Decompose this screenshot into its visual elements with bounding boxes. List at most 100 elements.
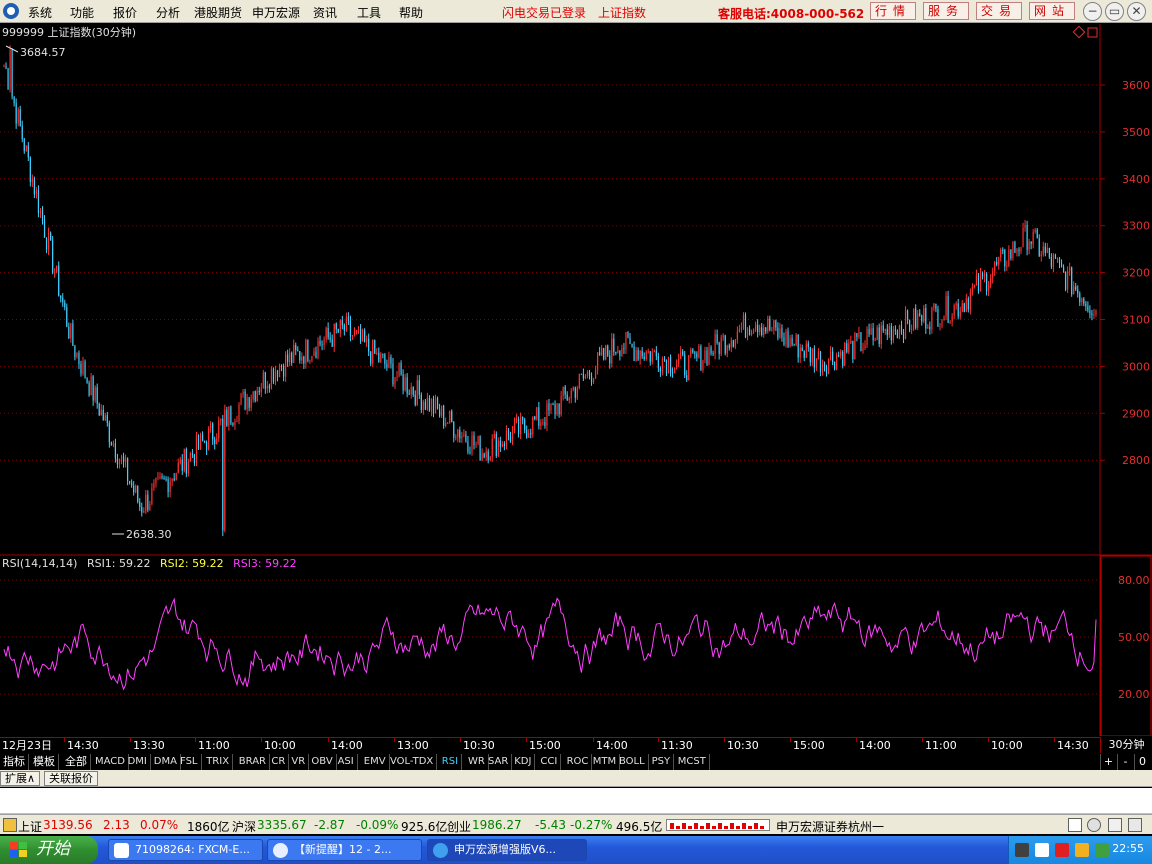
candle-body: [945, 296, 947, 317]
indicator-tab-kdj[interactable]: KDJ: [511, 754, 536, 770]
candle-body: [287, 354, 289, 362]
network-icon[interactable]: [1075, 843, 1089, 857]
menu-help[interactable]: 帮助: [399, 4, 423, 21]
indicator-tab-vr[interactable]: VR: [288, 754, 310, 770]
cy-value: 1986.27: [472, 818, 522, 832]
meter-bar: [748, 826, 752, 829]
candle-body: [418, 380, 420, 395]
indicator-tab-trix[interactable]: TRIX: [203, 754, 234, 770]
candle-body: [1006, 265, 1008, 267]
price-chart[interactable]: 3600 3500 3400 3300 3200 3100 3000 2900 2800 80.…: [0, 24, 1152, 736]
candle-body: [177, 462, 179, 474]
menu-system[interactable]: 系统: [28, 4, 52, 21]
candle-body: [919, 313, 921, 316]
date-axis-tick: [130, 738, 131, 742]
menu-quotes[interactable]: 报价: [113, 4, 137, 21]
menu-broker[interactable]: 申万宏源: [252, 4, 300, 21]
monitor-icon[interactable]: [1015, 843, 1029, 857]
indicator-tab-asi[interactable]: ASI: [335, 754, 358, 770]
indicator-tab-mcst[interactable]: MCST: [675, 754, 710, 770]
candle-body: [31, 178, 33, 183]
candle-body: [262, 372, 264, 389]
indicator-tab-vol-tdx[interactable]: VOL-TDX: [387, 754, 438, 770]
candle-body: [270, 368, 273, 389]
sh-label[interactable]: 上证: [18, 818, 42, 835]
candle-body: [973, 284, 976, 287]
tab-0[interactable]: 指标: [0, 754, 29, 770]
meter-bar: [700, 826, 704, 829]
start-button[interactable]: 开始: [0, 836, 98, 864]
menu-news[interactable]: 资讯: [313, 4, 337, 21]
lock-icon[interactable]: [3, 818, 17, 832]
indicator-tab-macd[interactable]: MACD: [92, 754, 129, 770]
hs-label[interactable]: 沪深: [232, 818, 256, 835]
indicator-tab-boll[interactable]: BOLL: [616, 754, 649, 770]
price-y-ticks: 3600 3500 3400 3300 3200 3100 3000 2900 2800: [1100, 79, 1150, 467]
indicator-tab-sar[interactable]: SAR: [485, 754, 513, 770]
candle-body: [137, 486, 139, 502]
candle-body: [823, 364, 826, 368]
current-index-label[interactable]: 上证指数: [598, 4, 646, 21]
shield-icon[interactable]: [1055, 843, 1069, 857]
settings-icon[interactable]: [1128, 818, 1142, 832]
pager-button[interactable]: 0: [1134, 754, 1150, 770]
candle-body: [438, 408, 441, 417]
candle-body: [576, 388, 578, 398]
meter-bar: [706, 823, 710, 829]
maximize-panel-icon[interactable]: [1087, 27, 1098, 38]
diamond-icon[interactable]: [1072, 25, 1086, 39]
candle-body: [789, 338, 791, 347]
close-button[interactable]: ✕: [1127, 2, 1146, 21]
menu-tools[interactable]: 工具: [357, 4, 381, 21]
indicator-tab-obv[interactable]: OBV: [308, 754, 337, 770]
task-reminder[interactable]: 【新提醒】12 - 2...: [267, 839, 422, 861]
candle-body: [680, 351, 682, 359]
ime-icon[interactable]: [1095, 843, 1109, 857]
menu-function[interactable]: 功能: [70, 4, 94, 21]
candle-body: [278, 365, 281, 378]
indicator-tab-emv[interactable]: EMV: [361, 754, 390, 770]
period-selector[interactable]: 30分钟: [1100, 737, 1152, 753]
low-label: 2638.30: [126, 528, 172, 541]
indicator-tab-fsl[interactable]: FSL: [177, 754, 202, 770]
restore-button[interactable]: ▭: [1105, 2, 1124, 21]
candle-body: [208, 428, 210, 450]
nav-button-website[interactable]: 网站: [1029, 2, 1075, 20]
candle-body: [582, 374, 585, 379]
nav-button-market[interactable]: 行情: [870, 2, 916, 20]
task-swhy[interactable]: 申万宏源增强版V6...: [427, 839, 587, 861]
pager-button[interactable]: -: [1117, 754, 1133, 770]
task-fxcm[interactable]: 71098264: FXCM-E...: [108, 839, 263, 861]
candle-body: [78, 352, 80, 364]
tab-2[interactable]: 全部: [62, 754, 91, 770]
indicator-tab-brar[interactable]: BRAR: [236, 754, 270, 770]
candle-body: [815, 358, 817, 368]
candle-body: [491, 438, 493, 457]
candle-body: [860, 332, 862, 352]
indicator-tab-cr[interactable]: CR: [268, 754, 290, 770]
candle-body: [1071, 267, 1073, 295]
indicator-tab-cci[interactable]: CCI: [537, 754, 562, 770]
indicator-tab-rsi[interactable]: RSI: [439, 754, 463, 770]
indicator-tab-roc[interactable]: ROC: [564, 754, 593, 770]
nav-button-trade[interactable]: 交易: [976, 2, 1022, 20]
signal-icon[interactable]: [1087, 818, 1101, 832]
nav-button-service[interactable]: 服务: [923, 2, 969, 20]
indicator-tab-psy[interactable]: PSY: [649, 754, 675, 770]
tab-1[interactable]: 模板: [30, 754, 59, 770]
related-quotes-tab[interactable]: 关联报价: [44, 771, 98, 786]
indicator-tab-dmi[interactable]: DMI: [125, 754, 151, 770]
minimize-button[interactable]: −: [1083, 2, 1102, 21]
candle-body: [313, 351, 315, 357]
speaker-icon[interactable]: [1035, 843, 1049, 857]
window-icon[interactable]: [1068, 818, 1082, 832]
menu-hk-futures[interactable]: 港股期货: [194, 4, 242, 21]
message-icon[interactable]: [1108, 818, 1122, 832]
cy-label[interactable]: 创业: [447, 818, 471, 835]
expand-tab[interactable]: 扩展∧: [0, 771, 41, 786]
login-status[interactable]: 闪电交易已登录: [502, 4, 586, 21]
candle-body: [759, 327, 761, 333]
candle-body: [118, 459, 121, 465]
pager-button[interactable]: +: [1100, 754, 1116, 770]
menu-analysis[interactable]: 分析: [156, 4, 180, 21]
